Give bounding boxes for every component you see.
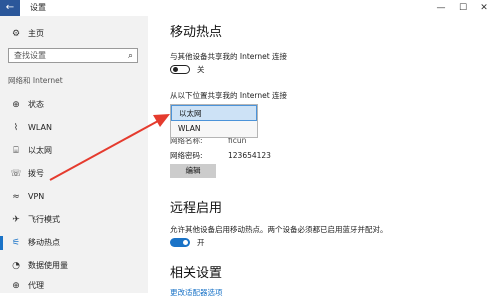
arrow-head <box>153 114 170 127</box>
annotation-arrow <box>49 114 170 181</box>
arrow-shaft <box>49 120 159 181</box>
